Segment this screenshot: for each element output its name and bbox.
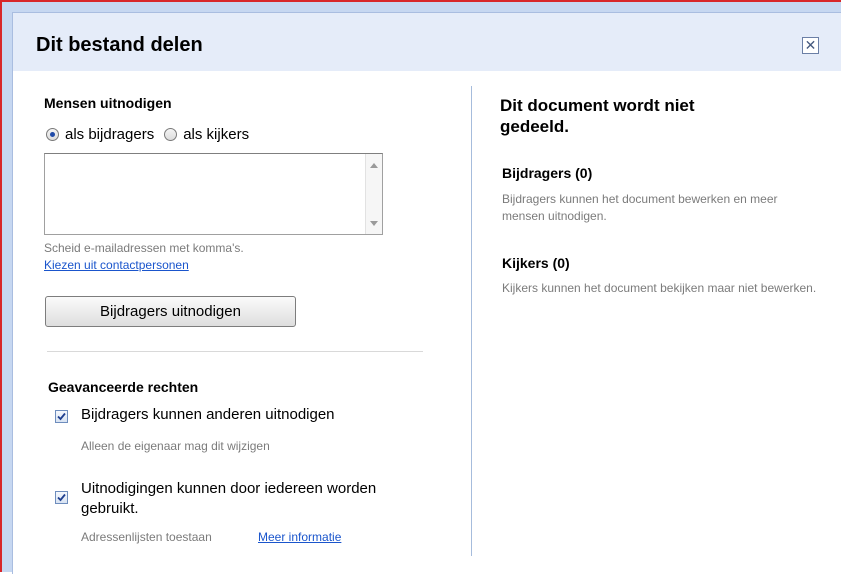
more-info-link[interactable]: Meer informatie xyxy=(258,530,341,544)
column-divider xyxy=(471,86,472,556)
radio-viewers[interactable] xyxy=(164,127,178,141)
invite-contributors-button[interactable]: Bijdragers uitnodigen xyxy=(45,296,296,327)
window-frame: Dit bestand delen ✕ Mensen uitnodigen al… xyxy=(0,0,841,574)
email-textarea-box xyxy=(44,153,383,235)
invitations-anyone-label[interactable]: Uitnodigingen kunnen door iedereen worde… xyxy=(81,479,381,519)
role-radio-group: als bijdragers als kijkers xyxy=(46,125,259,143)
checkmark-icon xyxy=(57,493,66,502)
radio-contributors[interactable] xyxy=(46,127,59,141)
sharing-status-heading: Dit document wordt niet gedeeld. xyxy=(500,96,695,136)
close-icon: ✕ xyxy=(804,37,817,53)
close-button[interactable]: ✕ xyxy=(802,37,819,54)
contributors-count: Bijdragers (0) xyxy=(502,165,593,181)
email-addresses-input[interactable] xyxy=(45,154,365,234)
section-divider xyxy=(47,351,423,352)
allow-invite-note: Alleen de eigenaar mag dit wijzigen xyxy=(81,439,270,453)
mailing-lists-note: Adressenlijsten toestaan xyxy=(81,530,212,544)
email-hint: Scheid e-mailadressen met komma's. xyxy=(44,241,244,255)
textarea-scrollbar[interactable] xyxy=(365,154,382,234)
advanced-rights-heading: Geavanceerde rechten xyxy=(48,379,199,395)
dialog-title: Dit bestand delen xyxy=(36,34,203,56)
allow-invite-label[interactable]: Bijdragers kunnen anderen uitnodigen xyxy=(81,405,335,425)
allow-invite-checkbox[interactable] xyxy=(55,410,68,423)
contributors-description: Bijdragers kunnen het document bewerken … xyxy=(502,192,778,223)
viewers-description: Kijkers kunnen het document bekijken maa… xyxy=(502,281,817,295)
invite-heading: Mensen uitnodigen xyxy=(44,95,172,111)
scroll-up-icon[interactable] xyxy=(370,163,378,168)
choose-contacts-link[interactable]: Kiezen uit contactpersonen xyxy=(44,258,189,272)
invitations-anyone-checkbox[interactable] xyxy=(55,491,68,504)
radio-contributors-label[interactable]: als bijdragers xyxy=(65,126,154,143)
radio-viewers-label[interactable]: als kijkers xyxy=(183,126,249,143)
dialog-titlebar: Dit bestand delen ✕ xyxy=(13,13,841,71)
checkmark-icon xyxy=(57,412,66,421)
share-dialog: Dit bestand delen ✕ Mensen uitnodigen al… xyxy=(12,12,841,574)
viewers-count: Kijkers (0) xyxy=(502,255,570,271)
scroll-down-icon[interactable] xyxy=(370,221,378,226)
